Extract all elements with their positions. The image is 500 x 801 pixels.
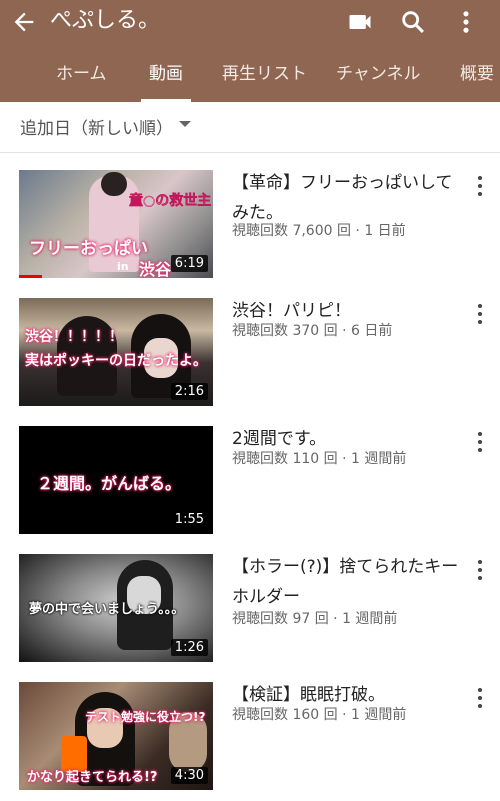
video-thumbnail[interactable]: テスト勉強に役立つ!? かなり起きてられる!? 4:30 [19, 682, 213, 790]
video-duration: 2:16 [170, 383, 208, 400]
app-bar-top-row: ぺぷしる。 [0, 0, 500, 44]
thumbnail-caption: 渋谷！！！！！ [25, 329, 123, 345]
thumbnail-caption: テスト勉強に役立つ!? [85, 710, 206, 724]
more-vert-icon[interactable] [474, 174, 486, 198]
video-thumbnail[interactable]: ２週間。がんばる。 1:55 [19, 426, 213, 534]
thumbnail-caption: in [117, 260, 129, 273]
tab-channels[interactable]: チャンネル [336, 52, 421, 102]
channel-title: ぺぷしる。 [50, 8, 161, 33]
video-thumbnail[interactable]: 童○の救世主 フリーおっぱい in 渋谷 6:19 [19, 170, 213, 278]
video-thumbnail[interactable]: 夢の中で会いましょう。。。 1:26 [19, 554, 213, 662]
sort-label[interactable]: 追加日（新しい順） [20, 114, 173, 139]
video-camera-icon[interactable] [346, 8, 374, 36]
more-vert-icon[interactable] [474, 302, 486, 326]
more-vert-icon[interactable] [474, 686, 486, 710]
video-meta: 視聴回数 110 回 · 1 週間前 [232, 451, 407, 467]
video-meta: 視聴回数 97 回 · 1 週間前 [232, 611, 398, 627]
search-icon[interactable] [399, 8, 427, 36]
more-vert-icon[interactable] [474, 430, 486, 454]
thumbnail-caption: ２週間。がんばる。 [37, 474, 182, 493]
tab-playlists[interactable]: 再生リスト [222, 52, 307, 102]
video-duration: 4:30 [170, 767, 208, 784]
app-bar: ぺぷしる。 ホーム 動画 再生リスト チャンネル 概要 [0, 0, 500, 102]
more-vert-icon[interactable] [452, 8, 480, 36]
tab-videos[interactable]: 動画 [141, 52, 191, 102]
dropdown-caret-icon[interactable] [179, 121, 191, 127]
watch-progress-bar [19, 275, 43, 278]
video-duration: 1:55 [170, 511, 208, 528]
video-item[interactable]: 夢の中で会いましょう。。。 1:26 【ホラー(?)】捨てられたキーホルダー 視… [0, 554, 500, 664]
back-arrow-icon[interactable] [10, 8, 38, 36]
video-meta: 視聴回数 7,600 回 · 1 日前 [232, 223, 406, 239]
channel-tabs: ホーム 動画 再生リスト チャンネル 概要 [0, 52, 500, 102]
video-meta: 視聴回数 160 回 · 1 週間前 [232, 707, 407, 723]
video-item[interactable]: 童○の救世主 フリーおっぱい in 渋谷 6:19 【革命】フリーおっぱいしてみ… [0, 170, 500, 280]
tab-about[interactable]: 概要 [460, 52, 494, 102]
thumbnail-caption: フリーおっぱい [29, 239, 148, 259]
thumbnail-caption: かなり起きてられる!? [27, 770, 158, 785]
video-duration: 1:26 [170, 639, 208, 656]
thumbnail-caption: 童○の救世主 [129, 193, 212, 210]
video-title[interactable]: 【ホラー(?)】捨てられたキーホルダー [232, 552, 460, 612]
thumbnail-caption: 渋谷 [139, 260, 172, 278]
video-meta: 視聴回数 370 回 · 6 日前 [232, 323, 393, 339]
video-item[interactable]: 渋谷！！！！！ 実はポッキーの日だったよ。 2:16 渋谷！パリピ！ 視聴回数 … [0, 298, 500, 408]
video-thumbnail[interactable]: 渋谷！！！！！ 実はポッキーの日だったよ。 2:16 [19, 298, 213, 406]
more-vert-icon[interactable] [474, 558, 486, 582]
video-duration: 6:19 [170, 255, 208, 272]
sort-bar[interactable]: 追加日（新しい順） [0, 102, 500, 153]
video-title[interactable]: 【革命】フリーおっぱいしてみた。 [232, 168, 460, 228]
video-item[interactable]: テスト勉強に役立つ!? かなり起きてられる!? 4:30 【検証】眠眠打破。 視… [0, 682, 500, 792]
video-item[interactable]: ２週間。がんばる。 1:55 2週間です。 視聴回数 110 回 · 1 週間前 [0, 426, 500, 536]
tab-home[interactable]: ホーム [56, 52, 107, 102]
thumbnail-caption: 実はポッキーの日だったよ。 [25, 353, 207, 369]
thumbnail-caption: 夢の中で会いましょう。。。 [29, 602, 185, 617]
